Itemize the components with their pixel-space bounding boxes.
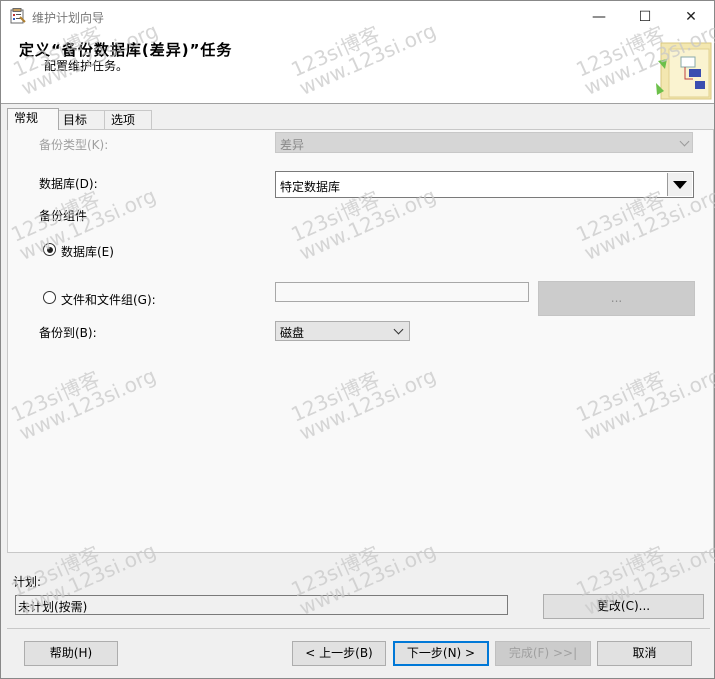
finish-button: 完成(F) >>| xyxy=(495,641,591,666)
page-subtitle: 配置维护任务。 xyxy=(44,59,129,73)
backup-to-select[interactable]: 磁盘 xyxy=(275,321,410,341)
change-schedule-button[interactable]: 更改(C)... xyxy=(543,594,704,619)
backup-to-label: 备份到(B): xyxy=(39,326,97,340)
wizard-window: 维护计划向导 — ☐ ✕ 定义“备份数据库(差异)”任务 配置维护任务。 常规 … xyxy=(0,0,715,679)
help-button[interactable]: 帮助(H) xyxy=(24,641,118,666)
window-title: 维护计划向导 xyxy=(32,11,105,25)
back-button[interactable]: < 上一步(B) xyxy=(292,641,386,666)
maximize-icon[interactable]: ☐ xyxy=(622,1,668,33)
backup-type-value: 差异 xyxy=(280,138,305,152)
chevron-down-icon xyxy=(679,136,690,147)
footer-divider xyxy=(7,628,710,629)
wizard-header: 定义“备份数据库(差异)”任务 配置维护任务。 xyxy=(1,33,714,104)
radio-files-label[interactable]: 文件和文件组(G): xyxy=(61,291,156,308)
tab-general[interactable]: 常规 xyxy=(7,108,59,130)
radio-files-filegroups[interactable] xyxy=(43,291,56,304)
backup-type-label: 备份类型(K): xyxy=(39,138,109,152)
tab-destination[interactable]: 目标 xyxy=(56,110,108,130)
schedule-field: 未计划(按需) xyxy=(15,595,508,615)
triangle-down-icon xyxy=(673,181,687,189)
database-label: 数据库(D): xyxy=(39,177,98,191)
maintenance-plan-app-icon xyxy=(10,8,26,24)
cancel-button[interactable]: 取消 xyxy=(597,641,692,666)
database-dropdown-button[interactable] xyxy=(667,173,692,196)
tab-options[interactable]: 选项 xyxy=(104,110,152,130)
wizard-banner-icon xyxy=(656,42,712,100)
title-bar: 维护计划向导 — ☐ ✕ xyxy=(1,1,714,33)
next-button[interactable]: 下一步(N) > xyxy=(393,641,489,666)
minimize-icon[interactable]: — xyxy=(576,1,622,33)
files-filegroups-input xyxy=(275,282,529,302)
backup-to-value: 磁盘 xyxy=(280,326,305,340)
close-icon[interactable]: ✕ xyxy=(668,1,714,33)
browse-files-button: ... xyxy=(538,281,695,316)
schedule-value: 未计划(按需) xyxy=(18,600,88,614)
radio-database-label[interactable]: 数据库(E) xyxy=(61,243,114,260)
database-value: 特定数据库 xyxy=(280,180,341,194)
backup-component-label: 备份组件 xyxy=(39,209,88,223)
schedule-label: 计划: xyxy=(13,575,42,589)
radio-selected-dot xyxy=(46,246,53,253)
chevron-down-icon xyxy=(393,324,404,335)
radio-database[interactable] xyxy=(43,243,56,256)
backup-type-select: 差异 xyxy=(275,132,693,153)
database-select[interactable]: 特定数据库 xyxy=(275,171,694,198)
